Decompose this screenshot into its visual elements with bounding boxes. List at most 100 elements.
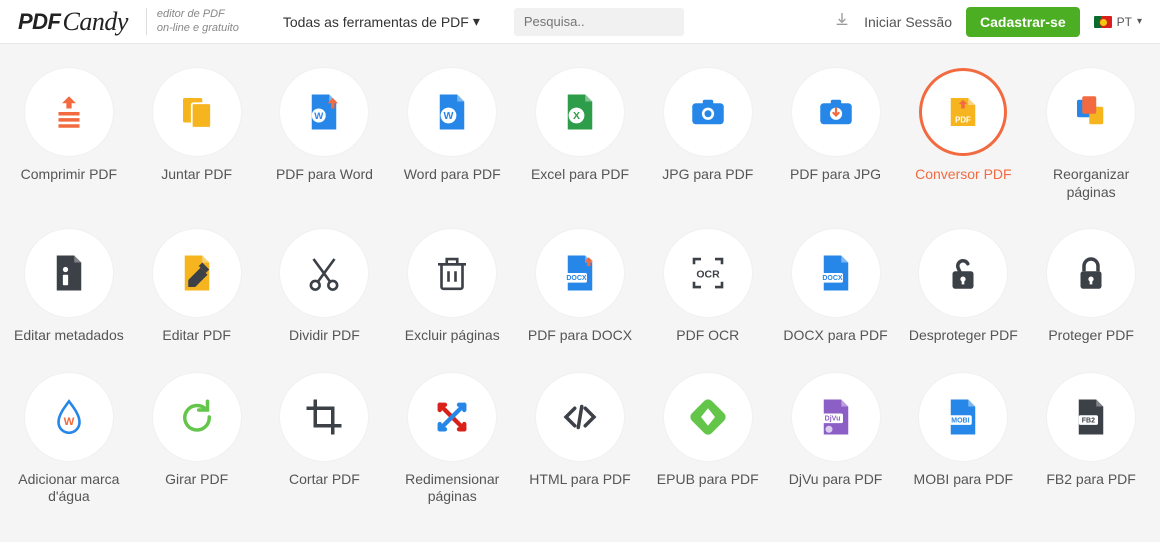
tool-jpg-to-pdf[interactable]: JPG para PDF bbox=[647, 68, 769, 201]
tool-excel-to-pdf[interactable]: X Excel para PDF bbox=[519, 68, 641, 201]
tool-resize-pdf[interactable]: Redimensionar páginas bbox=[391, 373, 513, 506]
flag-pt-icon bbox=[1094, 16, 1112, 28]
search-box[interactable] bbox=[514, 8, 684, 36]
editpdf-icon bbox=[153, 229, 241, 317]
tool-edit-pdf[interactable]: Editar PDF bbox=[136, 229, 258, 345]
tool-label: Girar PDF bbox=[165, 471, 228, 489]
word-icon: W bbox=[408, 68, 496, 156]
svg-text:DOCX: DOCX bbox=[822, 275, 843, 282]
epub-icon bbox=[664, 373, 752, 461]
tool-label: JPG para PDF bbox=[662, 166, 753, 184]
tool-rotate-pdf[interactable]: Girar PDF bbox=[136, 373, 258, 506]
tool-pdf-to-docx[interactable]: DOCX PDF para DOCX bbox=[519, 229, 641, 345]
tool-delete-pages[interactable]: Excluir páginas bbox=[391, 229, 513, 345]
tools-grid: Comprimir PDF Juntar PDF W PDF para Word WWo… bbox=[8, 68, 1152, 506]
tool-edit-metadata[interactable]: Editar metadados bbox=[8, 229, 130, 345]
metadata-icon bbox=[25, 229, 113, 317]
tool-label: FB2 para PDF bbox=[1046, 471, 1135, 489]
tool-label: Excluir páginas bbox=[405, 327, 500, 345]
tool-label: Editar PDF bbox=[162, 327, 230, 345]
tool-label: Desproteger PDF bbox=[909, 327, 1018, 345]
search-input[interactable] bbox=[524, 14, 674, 29]
tool-epub-to-pdf[interactable]: EPUB para PDF bbox=[647, 373, 769, 506]
tagline: editor de PDFon-line e gratuito bbox=[146, 8, 239, 34]
unlock-icon bbox=[919, 229, 1007, 317]
tool-protect-pdf[interactable]: Proteger PDF bbox=[1030, 229, 1152, 345]
trash-icon bbox=[408, 229, 496, 317]
tool-label: PDF para JPG bbox=[790, 166, 881, 184]
chevron-down-icon: ▾ bbox=[1137, 16, 1142, 27]
logo-text-pdf: PDF bbox=[18, 9, 61, 35]
tool-label: Conversor PDF bbox=[915, 166, 1011, 184]
tool-label: Adicionar marca d'água bbox=[10, 471, 128, 506]
svg-text:W: W bbox=[444, 110, 454, 122]
svg-text:W: W bbox=[315, 111, 325, 122]
tool-label: Editar metadados bbox=[14, 327, 124, 345]
html-icon bbox=[536, 373, 624, 461]
tool-label: Comprimir PDF bbox=[21, 166, 117, 184]
scissors-icon bbox=[280, 229, 368, 317]
convert-icon: PDF bbox=[919, 68, 1007, 156]
tool-label: PDF para DOCX bbox=[528, 327, 632, 345]
tool-pdf-ocr[interactable]: OCR PDF OCR bbox=[647, 229, 769, 345]
tool-label: Juntar PDF bbox=[161, 166, 232, 184]
download-icon[interactable] bbox=[834, 11, 850, 32]
watermark-icon: W bbox=[25, 373, 113, 461]
tool-label: Proteger PDF bbox=[1048, 327, 1134, 345]
tool-label: PDF OCR bbox=[676, 327, 739, 345]
merge-icon bbox=[153, 68, 241, 156]
tool-mobi-to-pdf[interactable]: MOBI MOBI para PDF bbox=[902, 373, 1024, 506]
tool-fb2-to-pdf[interactable]: FB2 FB2 para PDF bbox=[1030, 373, 1152, 506]
tool-pdf-to-jpg[interactable]: PDF para JPG bbox=[775, 68, 897, 201]
tool-unlock-pdf[interactable]: Desproteger PDF bbox=[902, 229, 1024, 345]
logo[interactable]: PDFCandy bbox=[18, 7, 128, 37]
svg-text:PDF: PDF bbox=[955, 116, 971, 125]
svg-text:X: X bbox=[573, 110, 580, 122]
docx-icon: DOCX bbox=[792, 229, 880, 317]
rotate-icon bbox=[153, 373, 241, 461]
login-link[interactable]: Iniciar Sessão bbox=[864, 14, 952, 30]
tool-label: Redimensionar páginas bbox=[393, 471, 511, 506]
camera-icon bbox=[664, 68, 752, 156]
tools-dropdown-label: Todas as ferramentas de PDF bbox=[283, 14, 469, 30]
ocr-icon: OCR bbox=[664, 229, 752, 317]
svg-text:W: W bbox=[64, 415, 75, 427]
tool-html-to-pdf[interactable]: HTML para PDF bbox=[519, 373, 641, 506]
tool-label: Reorganizar páginas bbox=[1032, 166, 1150, 201]
chevron-down-icon: ▾ bbox=[473, 13, 480, 30]
tool-label: DjVu para PDF bbox=[789, 471, 883, 489]
tool-label: EPUB para PDF bbox=[657, 471, 759, 489]
tool-crop-pdf[interactable]: Cortar PDF bbox=[264, 373, 386, 506]
djvu-icon: DjVu bbox=[792, 373, 880, 461]
tool-label: MOBI para PDF bbox=[914, 471, 1014, 489]
tool-watermark[interactable]: W Adicionar marca d'água bbox=[8, 373, 130, 506]
mobi-icon: MOBI bbox=[919, 373, 1007, 461]
tool-label: Dividir PDF bbox=[289, 327, 360, 345]
lock-icon bbox=[1047, 229, 1135, 317]
tool-word-to-pdf[interactable]: WWord para PDF bbox=[391, 68, 513, 201]
tool-docx-to-pdf[interactable]: DOCX DOCX para PDF bbox=[775, 229, 897, 345]
compress-icon bbox=[25, 68, 113, 156]
docxin-icon: DOCX bbox=[536, 229, 624, 317]
language-selector[interactable]: PT ▾ bbox=[1094, 15, 1142, 29]
tool-label: PDF para Word bbox=[276, 166, 373, 184]
rearrange-icon bbox=[1047, 68, 1135, 156]
excel-icon: X bbox=[536, 68, 624, 156]
svg-text:MOBI: MOBI bbox=[952, 417, 970, 424]
tool-reorganize[interactable]: Reorganizar páginas bbox=[1030, 68, 1152, 201]
tool-split-pdf[interactable]: Dividir PDF bbox=[264, 229, 386, 345]
crop-icon bbox=[280, 373, 368, 461]
tool-pdf-to-word[interactable]: W PDF para Word bbox=[264, 68, 386, 201]
tools-dropdown[interactable]: Todas as ferramentas de PDF ▾ bbox=[283, 13, 480, 30]
svg-text:DjVu: DjVu bbox=[824, 415, 840, 422]
fb2-icon: FB2 bbox=[1047, 373, 1135, 461]
tool-label: Excel para PDF bbox=[531, 166, 629, 184]
tool-compress-pdf[interactable]: Comprimir PDF bbox=[8, 68, 130, 201]
wordin-icon: W bbox=[280, 68, 368, 156]
signup-button[interactable]: Cadastrar-se bbox=[966, 7, 1080, 37]
tool-pdf-converter[interactable]: PDF Conversor PDF bbox=[902, 68, 1024, 201]
tool-merge-pdf[interactable]: Juntar PDF bbox=[136, 68, 258, 201]
tool-djvu-to-pdf[interactable]: DjVu DjVu para PDF bbox=[775, 373, 897, 506]
tool-label: DOCX para PDF bbox=[783, 327, 887, 345]
svg-text:FB2: FB2 bbox=[1082, 417, 1095, 424]
